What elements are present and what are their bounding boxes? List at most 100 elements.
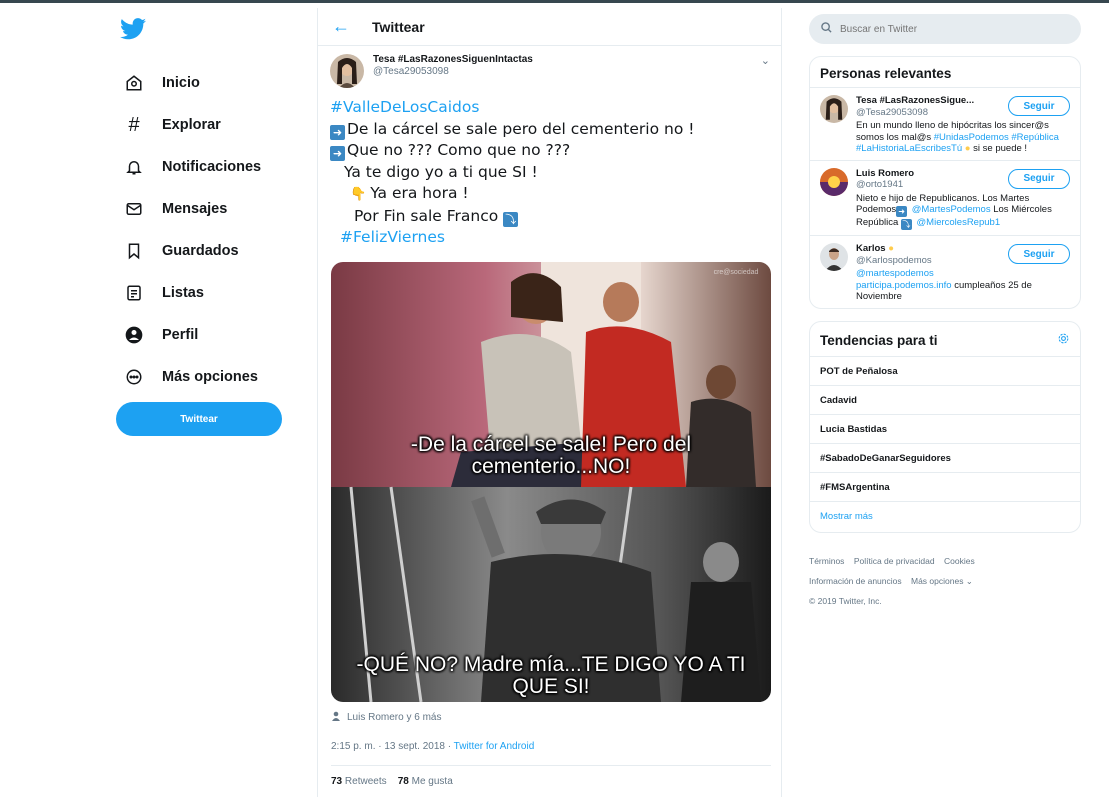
timestamp-text: 2:15 p. m. · 13 sept. 2018 · — [331, 741, 454, 752]
nav-more-options-label: Más opciones — [162, 369, 258, 385]
follow-button[interactable]: Seguir — [1008, 168, 1070, 189]
arrow-right-emoji-icon: ➜ — [896, 206, 908, 217]
tweet-line: Ya era hora ! — [370, 184, 469, 202]
privacy-link[interactable]: Política de privacidad — [854, 556, 935, 566]
tweet-image[interactable]: cre@sociedad -De la cárcel se sale! Pero… — [331, 262, 771, 702]
bell-icon — [122, 155, 146, 179]
bio-text-end: si se puede ! — [970, 143, 1028, 154]
tweet-line: De la cárcel se sale pero del cementerio… — [347, 119, 695, 138]
bio-mention[interactable]: @martespodemos — [856, 268, 934, 279]
search-input[interactable] — [840, 23, 1060, 35]
tweet-timestamp: 2:15 p. m. · 13 sept. 2018 · Twitter for… — [331, 741, 534, 752]
nav-home-label: Inicio — [162, 75, 200, 91]
retweets-count: 73 — [331, 776, 343, 787]
person-bio: @martespodemos participa.podemos.info cu… — [856, 268, 1066, 303]
copyright: © 2019 Twitter, Inc. — [809, 595, 882, 606]
nav-lists-label: Listas — [162, 285, 204, 301]
nav-home[interactable]: Inicio — [110, 62, 261, 104]
arrow-right-emoji-icon: ➜ — [330, 146, 345, 161]
list-icon — [122, 281, 146, 305]
trends-header: Tendencias para ti — [810, 322, 1080, 357]
image-watermark: cre@sociedad — [714, 269, 759, 276]
avatar[interactable] — [820, 243, 848, 271]
nav-bookmarks[interactable]: Guardados — [110, 230, 261, 272]
likes-stat[interactable]: 78 Me gusta — [398, 776, 453, 787]
nav-profile-label: Perfil — [162, 327, 199, 343]
smiley-emoji-icon: ● — [888, 243, 894, 254]
nav-bookmarks-label: Guardados — [162, 243, 239, 259]
bio-url[interactable]: participa.podemos.info — [856, 280, 952, 291]
trend-item[interactable]: #SabadoDeGanarSeguidores — [810, 444, 1080, 473]
hashtag-icon: # — [128, 113, 140, 136]
trends-panel: Tendencias para ti POT de Peñalosa Cadav… — [809, 320, 1081, 533]
tweet-source-link[interactable]: Twitter for Android — [454, 741, 535, 752]
bio-mention[interactable]: @MiercolesRepub1 — [917, 217, 1001, 228]
back-arrow-icon[interactable]: ← — [332, 16, 362, 37]
nav-lists[interactable]: Listas — [110, 272, 261, 314]
nav-messages[interactable]: Mensajes — [110, 188, 261, 230]
tweet-detail-column: ← Twittear Tesa #LasRazonesSiguenIntacta… — [317, 8, 782, 797]
trend-item[interactable]: #FMSArgentina — [810, 473, 1080, 502]
hashtag-link[interactable]: #FelizViernes — [330, 227, 694, 249]
avatar[interactable] — [820, 167, 848, 196]
show-more-link[interactable]: Mostrar más — [810, 502, 1080, 532]
liked-by-row[interactable]: Luis Romero y 6 más — [331, 711, 441, 724]
tweet-button[interactable]: Twittear — [116, 402, 282, 436]
page-title: Twittear — [372, 18, 425, 35]
bio-mention[interactable]: @MartesPodemos — [912, 204, 991, 215]
nav-explore[interactable]: # Explorar — [110, 104, 261, 146]
nav-messages-label: Mensajes — [162, 201, 228, 217]
author-name[interactable]: Tesa #LasRazonesSiguenIntactas — [373, 54, 533, 65]
nav-more-options[interactable]: Más opciones — [110, 356, 261, 398]
liked-by-text: Luis Romero y 6 más — [347, 712, 442, 723]
relevant-people-title: Personas relevantes — [810, 57, 1080, 88]
person-icon — [331, 711, 341, 724]
nav-profile[interactable]: Perfil — [110, 314, 261, 356]
follow-button[interactable]: Seguir — [1008, 96, 1070, 116]
tweet-line: Por Fin sale Franco — [354, 206, 499, 225]
tweet-text: #ValleDeLosCaidos ➜ De la cárcel se sale … — [330, 97, 694, 249]
terms-link[interactable]: Términos — [809, 556, 844, 566]
twitter-bird-icon[interactable] — [120, 18, 146, 40]
gear-icon[interactable] — [1057, 332, 1070, 350]
likes-label: Me gusta — [411, 776, 453, 787]
person-card[interactable]: Tesa #LasRazonesSigue... @Tesa29053098 E… — [810, 88, 1080, 161]
meme-caption-top: -De la cárcel se sale! Pero del cementer… — [410, 433, 692, 478]
chevron-down-icon[interactable]: ⌄ — [761, 54, 770, 67]
retweets-stat[interactable]: 73 Retweets — [331, 776, 387, 787]
tweet-line: Ya te digo yo a ti que SI ! — [344, 162, 538, 181]
trend-item[interactable]: Lucia Bastidas — [810, 415, 1080, 444]
arrow-curve-emoji-icon: ⤵ — [900, 219, 912, 230]
divider — [331, 765, 771, 766]
bookmark-icon — [122, 239, 146, 263]
person-card[interactable]: Karlos ● @Karlospodemos @martespodemos p… — [810, 236, 1080, 308]
more-options-link[interactable]: Más opciones ⌄ — [911, 576, 973, 586]
tweet-stats: 73 Retweets 78 Me gusta — [331, 776, 453, 787]
person-bio: En un mundo lleno de hipócritas los sinc… — [856, 120, 1066, 155]
person-card[interactable]: Luis Romero @orto1941 Nieto e hijo de Re… — [810, 161, 1080, 236]
search-box[interactable] — [809, 14, 1081, 44]
likes-count: 78 — [397, 776, 409, 787]
right-sidebar: Personas relevantes Tesa #LasRazonesSigu… — [809, 14, 1081, 611]
arrow-right-emoji-icon: ➜ — [330, 124, 345, 140]
nav-notifications[interactable]: Notificaciones — [110, 146, 261, 188]
cookies-link[interactable]: Cookies — [944, 556, 975, 566]
person-name: Karlos — [856, 243, 886, 254]
window-top-border — [0, 0, 1109, 8]
hashtag-link[interactable]: #ValleDeLosCaidos — [330, 97, 694, 119]
follow-button[interactable]: Seguir — [1008, 244, 1070, 264]
author-avatar[interactable] — [330, 54, 364, 88]
ads-info-link[interactable]: Información de anuncios — [809, 576, 902, 586]
trend-item[interactable]: Cadavid — [810, 386, 1080, 415]
trend-item[interactable]: POT de Peñalosa — [810, 357, 1080, 386]
author-handle[interactable]: @Tesa29053098 — [373, 66, 533, 77]
retweets-label: Retweets — [344, 776, 387, 787]
main-nav: Inicio # Explorar Notificaciones Mensaje… — [110, 62, 261, 398]
avatar[interactable] — [820, 95, 848, 123]
trends-title: Tendencias para ti — [820, 333, 938, 348]
profile-icon — [122, 323, 146, 347]
relevant-people-panel: Personas relevantes Tesa #LasRazonesSigu… — [809, 56, 1081, 309]
pointing-down-emoji-icon: 👇 — [350, 187, 367, 202]
author-info: Tesa #LasRazonesSiguenIntactas @Tesa2905… — [373, 54, 533, 88]
nav-notifications-label: Notificaciones — [162, 159, 262, 175]
